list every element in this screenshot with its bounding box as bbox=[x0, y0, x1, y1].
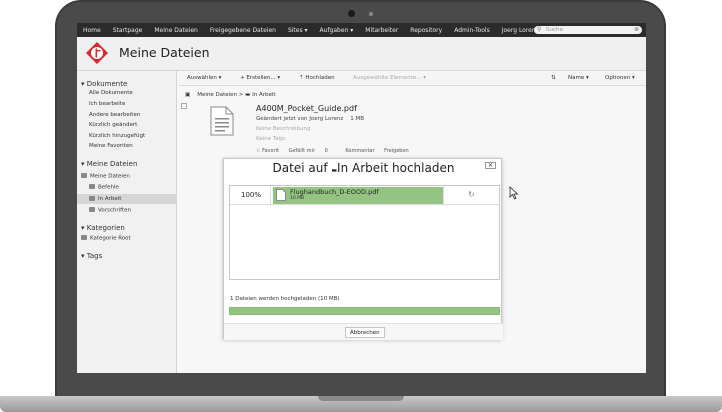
sidebar-item-i-edit[interactable]: Ich bearbeite bbox=[89, 101, 125, 107]
row-checkbox[interactable] bbox=[181, 103, 187, 109]
like-action[interactable]: Gefällt mir 0 bbox=[289, 148, 336, 154]
folder-label: In Arbeit bbox=[98, 196, 122, 202]
breadcrumb-folder-icon: ▬ bbox=[245, 92, 251, 98]
dialog-title: Datei auf ▬In Arbeit hochladen bbox=[224, 161, 503, 175]
sort-direction-icon[interactable]: ⇅ bbox=[551, 75, 556, 81]
dialog-title-folder: In Arbeit hochladen bbox=[337, 161, 455, 175]
screen: Home Startpage Meine Dateien Freigegeben… bbox=[77, 23, 646, 373]
dialog-title-prefix: Datei auf bbox=[272, 161, 328, 175]
selected-items-menu[interactable]: Ausgewählte Elemente... ▾ bbox=[353, 75, 426, 81]
webcam-light bbox=[369, 12, 373, 16]
clear-search-icon[interactable]: ⊗ bbox=[634, 26, 639, 34]
category-root-label: Kategorie Root bbox=[90, 235, 131, 242]
toolbar: Auswählen ▾ + Erstellen... ▾ ⇡ Hochladen… bbox=[179, 71, 646, 86]
file-description: Keine Beschreibung bbox=[256, 126, 311, 132]
search-placeholder: Suche bbox=[546, 27, 563, 33]
nav-home[interactable]: Home bbox=[77, 27, 107, 34]
page-title: Meine Dateien bbox=[119, 45, 210, 60]
nav-my-files[interactable]: Meine Dateien bbox=[148, 27, 203, 34]
divider bbox=[443, 186, 444, 205]
nav-people[interactable]: Mitarbeiter bbox=[359, 27, 404, 34]
breadcrumb: ▣ Meine Dateien > ▬ In Arbeit bbox=[185, 92, 276, 98]
select-menu-button[interactable]: Auswählen ▾ bbox=[187, 75, 221, 81]
sidebar-item-my-favorites[interactable]: Meine Favoriten bbox=[89, 143, 133, 149]
category-icon bbox=[81, 235, 87, 240]
sidebar-item-all-documents[interactable]: Alle Dokumente bbox=[89, 90, 133, 96]
laptop-notch bbox=[318, 396, 404, 401]
breadcrumb-separator: > bbox=[238, 92, 244, 98]
file-actions: ☆ Favorit Gefällt mir 0 Kommentar Freige… bbox=[256, 148, 417, 154]
nav-admin-tools[interactable]: Admin-Tools bbox=[448, 27, 496, 34]
sidebar-heading-documents[interactable]: ▾ Dokumente bbox=[81, 80, 127, 88]
folder-label: Vorschriften bbox=[98, 207, 131, 214]
folder-up-icon[interactable]: ▣ bbox=[185, 92, 190, 98]
like-count: 0 bbox=[324, 148, 328, 154]
file-icon bbox=[276, 189, 286, 201]
sort-field-menu[interactable]: Name ▾ bbox=[568, 75, 589, 81]
create-menu-button[interactable]: + Erstellen... ▾ bbox=[240, 75, 280, 81]
upload-list: 100% Flughandbuch_D-EOOD.pdf 10 MB ↻ bbox=[229, 185, 500, 280]
folder-icon bbox=[89, 207, 95, 212]
sidebar-heading-tags[interactable]: ▾ Tags bbox=[81, 252, 102, 260]
nav-startpage[interactable]: Startpage bbox=[107, 27, 149, 34]
nav-repository[interactable]: Repository bbox=[404, 27, 448, 34]
mouse-cursor-icon bbox=[509, 186, 519, 200]
category-root[interactable]: Kategorie Root bbox=[81, 235, 131, 242]
file-name-link[interactable]: A400M_Pocket_Guide.pdf bbox=[256, 104, 357, 113]
nav-tasks[interactable]: Aufgaben ▾ bbox=[314, 27, 360, 34]
folder-befehle[interactable]: Befehle bbox=[89, 184, 119, 191]
search-icon: ⚲ bbox=[537, 26, 542, 33]
share-action[interactable]: Freigeben bbox=[384, 148, 409, 154]
dialog-footer: Abbrechen bbox=[224, 323, 503, 340]
company-logo bbox=[86, 42, 108, 64]
upload-file-size: 10 MB bbox=[290, 196, 305, 201]
sidebar: ▾ Dokumente Alle Dokumente Ich bearbeite… bbox=[77, 71, 177, 373]
upload-button[interactable]: ⇡ Hochladen bbox=[299, 75, 335, 81]
sidebar-item-recently-modified[interactable]: Kürzlich geändert bbox=[89, 122, 137, 128]
refresh-icon[interactable]: ↻ bbox=[468, 190, 475, 199]
upload-percent: 100% bbox=[240, 191, 261, 199]
sidebar-item-recently-added[interactable]: Kürzlich hinzugefügt bbox=[89, 133, 145, 139]
file-modified-text: Geändert jetzt von Joerg Lorenz bbox=[256, 116, 344, 122]
folder-icon bbox=[89, 195, 95, 201]
like-label: Gefällt mir bbox=[288, 148, 315, 154]
total-progress-bar bbox=[229, 307, 500, 315]
breadcrumb-parent[interactable]: Meine Dateien bbox=[197, 92, 237, 98]
nav-shared-files[interactable]: Freigegebene Dateien bbox=[204, 27, 282, 34]
file-modified-info: Geändert jetzt von Joerg Lorenz 1 MB bbox=[256, 116, 364, 122]
upload-item: 100% Flughandbuch_D-EOOD.pdf 10 MB ↻ bbox=[230, 186, 499, 205]
upload-status: 1 Dateien werden hochgeladen (10 MB) bbox=[230, 296, 340, 302]
table-row[interactable]: A400M_Pocket_Guide.pdf Geändert jetzt vo… bbox=[179, 101, 646, 155]
folder-root[interactable]: Meine Dateien bbox=[81, 173, 130, 180]
total-progress-fill bbox=[230, 308, 499, 314]
search-input[interactable]: ⚲ Suche ⊗ bbox=[534, 26, 642, 34]
upload-dialog: Datei auf ▬In Arbeit hochladen ✕ 100% Fl… bbox=[223, 158, 503, 340]
upload-file-name: Flughandbuch_D-EOOD.pdf bbox=[290, 188, 379, 196]
folder-open-icon bbox=[81, 173, 87, 178]
webcam bbox=[348, 10, 355, 17]
folder-icon bbox=[89, 184, 95, 189]
sidebar-heading-my-files[interactable]: ▾ Meine Dateien bbox=[81, 160, 137, 168]
folder-in-arbeit[interactable]: In Arbeit bbox=[77, 194, 177, 204]
cancel-button[interactable]: Abbrechen bbox=[345, 327, 385, 338]
favorite-action[interactable]: ☆ Favorit bbox=[256, 148, 279, 154]
document-icon bbox=[210, 106, 234, 136]
nav-sites[interactable]: Sites ▾ bbox=[282, 27, 314, 34]
divider bbox=[270, 186, 271, 205]
options-menu[interactable]: Optionen ▾ bbox=[605, 75, 635, 81]
close-button[interactable]: ✕ bbox=[485, 162, 496, 169]
sidebar-item-others-edit[interactable]: Andere bearbeiten bbox=[89, 112, 140, 118]
top-navigation: Home Startpage Meine Dateien Freigegeben… bbox=[77, 23, 646, 37]
folder-root-label: Meine Dateien bbox=[90, 173, 130, 180]
folder-label: Befehle bbox=[98, 184, 119, 191]
sidebar-heading-categories[interactable]: ▾ Kategorien bbox=[81, 224, 125, 232]
comment-action[interactable]: Kommentar bbox=[345, 148, 374, 154]
file-tags: Keine Tags bbox=[256, 136, 286, 142]
folder-vorschriften[interactable]: Vorschriften bbox=[89, 207, 131, 214]
file-size: 1 MB bbox=[350, 116, 365, 122]
page-header: Meine Dateien bbox=[77, 37, 646, 71]
breadcrumb-current: In Arbeit bbox=[252, 92, 276, 98]
